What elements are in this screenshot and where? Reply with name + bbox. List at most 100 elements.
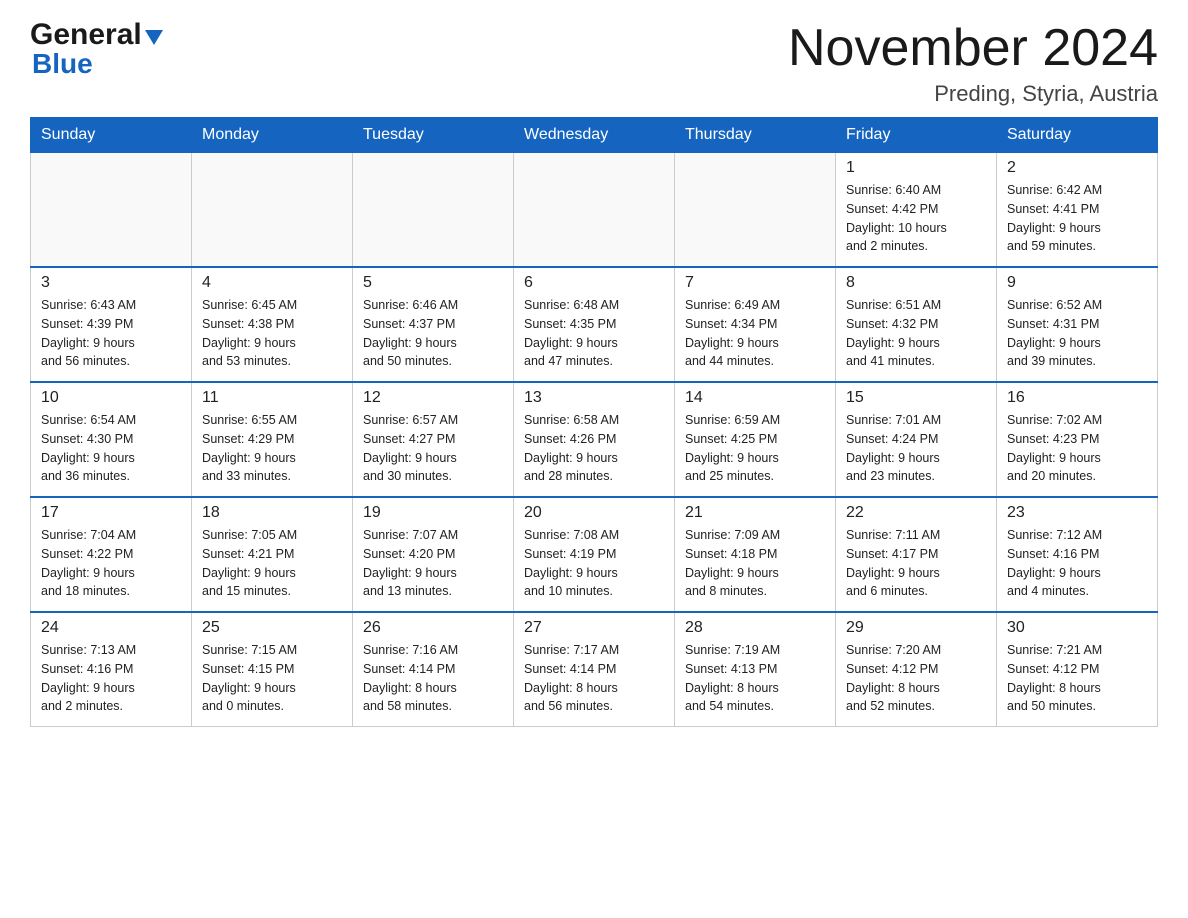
day-number: 18 <box>202 504 342 522</box>
day-number: 3 <box>41 274 181 292</box>
logo-blue-text: Blue <box>32 48 93 80</box>
day-info: Sunrise: 6:55 AM Sunset: 4:29 PM Dayligh… <box>202 411 342 486</box>
day-info: Sunrise: 6:57 AM Sunset: 4:27 PM Dayligh… <box>363 411 503 486</box>
calendar-cell: 20 Sunrise: 7:08 AM Sunset: 4:19 PM Dayli… <box>514 497 675 612</box>
day-number: 13 <box>524 389 664 407</box>
day-number: 15 <box>846 389 986 407</box>
day-info: Sunrise: 6:43 AM Sunset: 4:39 PM Dayligh… <box>41 296 181 371</box>
day-number: 24 <box>41 619 181 637</box>
calendar-week-row: 10 Sunrise: 6:54 AM Sunset: 4:30 PM Dayli… <box>31 382 1158 497</box>
location-subtitle: Preding, Styria, Austria <box>788 81 1158 107</box>
day-info: Sunrise: 7:07 AM Sunset: 4:20 PM Dayligh… <box>363 526 503 601</box>
day-number: 17 <box>41 504 181 522</box>
weekday-header-saturday: Saturday <box>997 118 1158 153</box>
calendar-cell: 12 Sunrise: 6:57 AM Sunset: 4:27 PM Dayli… <box>353 382 514 497</box>
calendar-cell: 6 Sunrise: 6:48 AM Sunset: 4:35 PM Daylig… <box>514 267 675 382</box>
day-number: 6 <box>524 274 664 292</box>
day-info: Sunrise: 7:02 AM Sunset: 4:23 PM Dayligh… <box>1007 411 1147 486</box>
weekday-header-wednesday: Wednesday <box>514 118 675 153</box>
calendar-table: SundayMondayTuesdayWednesdayThursdayFrid… <box>30 117 1158 727</box>
day-info: Sunrise: 7:11 AM Sunset: 4:17 PM Dayligh… <box>846 526 986 601</box>
calendar-cell: 1 Sunrise: 6:40 AM Sunset: 4:42 PM Daylig… <box>836 153 997 268</box>
day-number: 8 <box>846 274 986 292</box>
day-number: 9 <box>1007 274 1147 292</box>
day-info: Sunrise: 6:40 AM Sunset: 4:42 PM Dayligh… <box>846 181 986 256</box>
calendar-cell: 8 Sunrise: 6:51 AM Sunset: 4:32 PM Daylig… <box>836 267 997 382</box>
calendar-cell: 3 Sunrise: 6:43 AM Sunset: 4:39 PM Daylig… <box>31 267 192 382</box>
day-info: Sunrise: 6:48 AM Sunset: 4:35 PM Dayligh… <box>524 296 664 371</box>
calendar-cell: 29Sunrise: 7:20 AM Sunset: 4:12 PM Dayli… <box>836 612 997 727</box>
day-number: 26 <box>363 619 503 637</box>
calendar-cell <box>353 153 514 268</box>
calendar-cell: 24 Sunrise: 7:13 AM Sunset: 4:16 PM Dayli… <box>31 612 192 727</box>
calendar-cell: 23Sunrise: 7:12 AM Sunset: 4:16 PM Dayli… <box>997 497 1158 612</box>
day-number: 29 <box>846 619 986 637</box>
day-info: Sunrise: 7:09 AM Sunset: 4:18 PM Dayligh… <box>685 526 825 601</box>
day-number: 25 <box>202 619 342 637</box>
day-number: 23 <box>1007 504 1147 522</box>
day-info: Sunrise: 6:51 AM Sunset: 4:32 PM Dayligh… <box>846 296 986 371</box>
calendar-week-row: 1 Sunrise: 6:40 AM Sunset: 4:42 PM Daylig… <box>31 153 1158 268</box>
weekday-header-tuesday: Tuesday <box>353 118 514 153</box>
calendar-cell <box>675 153 836 268</box>
calendar-cell: 27 Sunrise: 7:17 AM Sunset: 4:14 PM Dayli… <box>514 612 675 727</box>
calendar-cell: 19 Sunrise: 7:07 AM Sunset: 4:20 PM Dayli… <box>353 497 514 612</box>
weekday-header-monday: Monday <box>192 118 353 153</box>
weekday-header-row: SundayMondayTuesdayWednesdayThursdayFrid… <box>31 118 1158 153</box>
day-number: 16 <box>1007 389 1147 407</box>
day-number: 12 <box>363 389 503 407</box>
day-number: 30 <box>1007 619 1147 637</box>
calendar-cell: 28Sunrise: 7:19 AM Sunset: 4:13 PM Dayli… <box>675 612 836 727</box>
day-number: 5 <box>363 274 503 292</box>
calendar-cell: 9 Sunrise: 6:52 AM Sunset: 4:31 PM Daylig… <box>997 267 1158 382</box>
day-info: Sunrise: 6:45 AM Sunset: 4:38 PM Dayligh… <box>202 296 342 371</box>
day-number: 20 <box>524 504 664 522</box>
day-info: Sunrise: 7:08 AM Sunset: 4:19 PM Dayligh… <box>524 526 664 601</box>
day-info: Sunrise: 7:13 AM Sunset: 4:16 PM Dayligh… <box>41 641 181 716</box>
weekday-header-thursday: Thursday <box>675 118 836 153</box>
title-block: November 2024 Preding, Styria, Austria <box>788 20 1158 107</box>
logo-triangle-icon <box>145 30 163 45</box>
day-info: Sunrise: 6:46 AM Sunset: 4:37 PM Dayligh… <box>363 296 503 371</box>
day-number: 22 <box>846 504 986 522</box>
day-number: 28 <box>685 619 825 637</box>
calendar-cell: 13 Sunrise: 6:58 AM Sunset: 4:26 PM Dayli… <box>514 382 675 497</box>
calendar-cell: 21 Sunrise: 7:09 AM Sunset: 4:18 PM Dayli… <box>675 497 836 612</box>
day-info: Sunrise: 6:58 AM Sunset: 4:26 PM Dayligh… <box>524 411 664 486</box>
day-number: 10 <box>41 389 181 407</box>
calendar-cell: 14Sunrise: 6:59 AM Sunset: 4:25 PM Dayli… <box>675 382 836 497</box>
day-number: 7 <box>685 274 825 292</box>
day-info: Sunrise: 6:49 AM Sunset: 4:34 PM Dayligh… <box>685 296 825 371</box>
day-number: 19 <box>363 504 503 522</box>
calendar-cell: 26 Sunrise: 7:16 AM Sunset: 4:14 PM Dayli… <box>353 612 514 727</box>
calendar-cell: 2Sunrise: 6:42 AM Sunset: 4:41 PM Daylig… <box>997 153 1158 268</box>
weekday-header-sunday: Sunday <box>31 118 192 153</box>
day-number: 1 <box>846 159 986 177</box>
calendar-cell <box>514 153 675 268</box>
logo-general-text: General <box>30 20 142 50</box>
calendar-cell: 11Sunrise: 6:55 AM Sunset: 4:29 PM Dayli… <box>192 382 353 497</box>
day-info: Sunrise: 6:54 AM Sunset: 4:30 PM Dayligh… <box>41 411 181 486</box>
calendar-week-row: 24 Sunrise: 7:13 AM Sunset: 4:16 PM Dayli… <box>31 612 1158 727</box>
month-title: November 2024 <box>788 20 1158 77</box>
calendar-cell <box>31 153 192 268</box>
logo: General Blue <box>30 20 163 80</box>
day-number: 27 <box>524 619 664 637</box>
calendar-cell: 16 Sunrise: 7:02 AM Sunset: 4:23 PM Dayli… <box>997 382 1158 497</box>
day-info: Sunrise: 6:52 AM Sunset: 4:31 PM Dayligh… <box>1007 296 1147 371</box>
calendar-week-row: 3 Sunrise: 6:43 AM Sunset: 4:39 PM Daylig… <box>31 267 1158 382</box>
day-number: 21 <box>685 504 825 522</box>
calendar-cell: 25Sunrise: 7:15 AM Sunset: 4:15 PM Dayli… <box>192 612 353 727</box>
calendar-cell: 7 Sunrise: 6:49 AM Sunset: 4:34 PM Daylig… <box>675 267 836 382</box>
day-info: Sunrise: 7:16 AM Sunset: 4:14 PM Dayligh… <box>363 641 503 716</box>
calendar-week-row: 17Sunrise: 7:04 AM Sunset: 4:22 PM Dayli… <box>31 497 1158 612</box>
calendar-cell: 5 Sunrise: 6:46 AM Sunset: 4:37 PM Daylig… <box>353 267 514 382</box>
day-info: Sunrise: 7:17 AM Sunset: 4:14 PM Dayligh… <box>524 641 664 716</box>
calendar-cell: 30Sunrise: 7:21 AM Sunset: 4:12 PM Dayli… <box>997 612 1158 727</box>
day-number: 4 <box>202 274 342 292</box>
day-info: Sunrise: 6:59 AM Sunset: 4:25 PM Dayligh… <box>685 411 825 486</box>
calendar-cell: 10 Sunrise: 6:54 AM Sunset: 4:30 PM Dayli… <box>31 382 192 497</box>
weekday-header-friday: Friday <box>836 118 997 153</box>
day-info: Sunrise: 7:05 AM Sunset: 4:21 PM Dayligh… <box>202 526 342 601</box>
day-info: Sunrise: 7:01 AM Sunset: 4:24 PM Dayligh… <box>846 411 986 486</box>
